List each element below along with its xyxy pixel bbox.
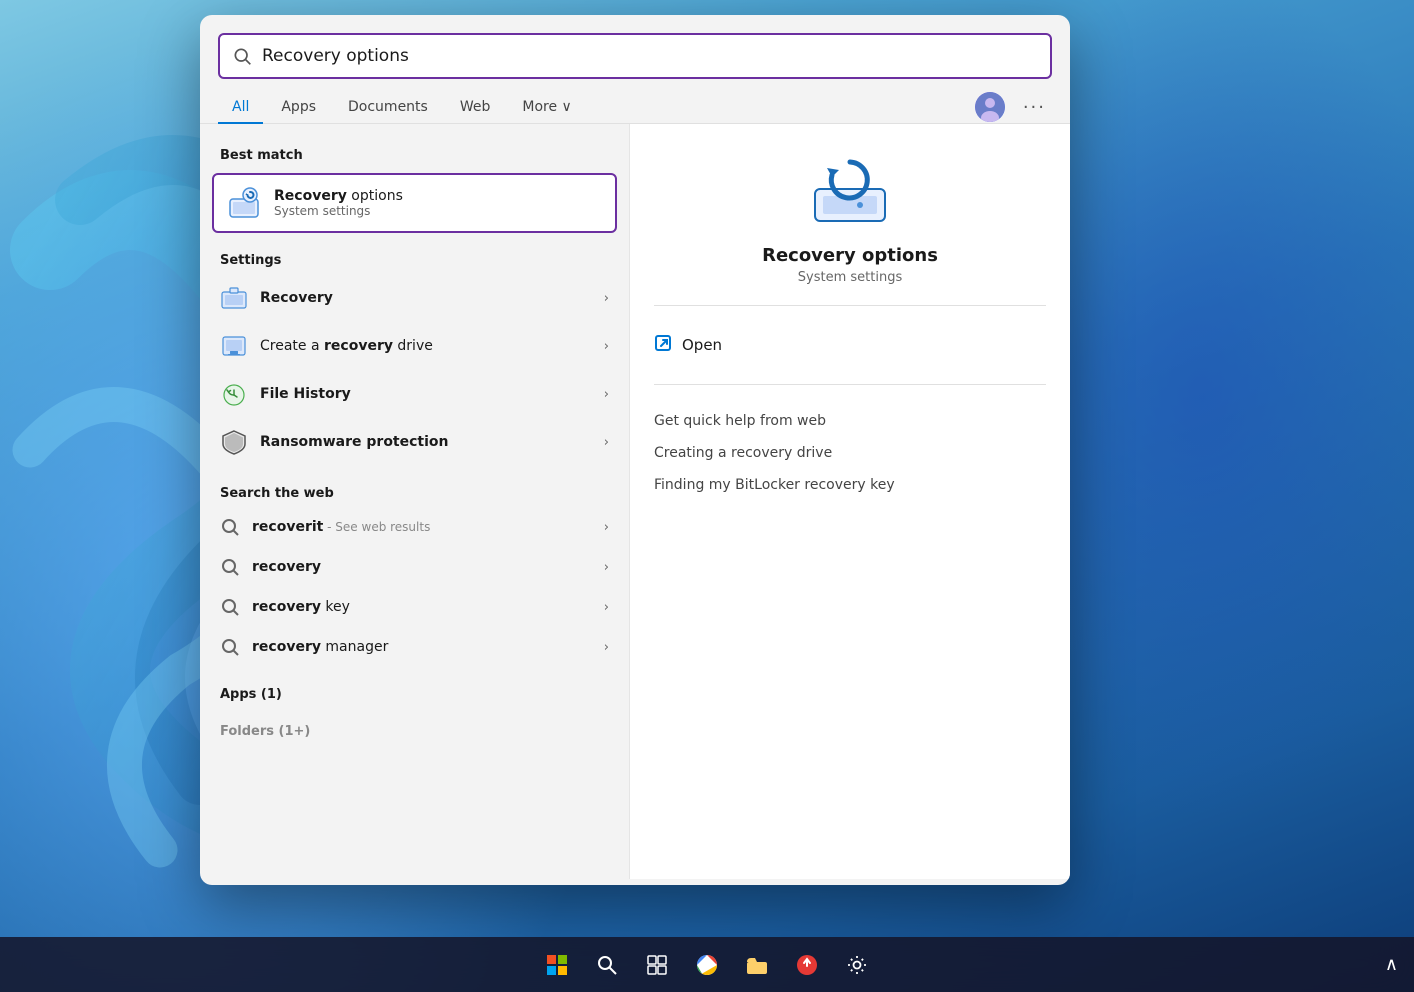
- search-web-icon-recovery-key: [220, 597, 240, 617]
- detail-subtitle: System settings: [654, 270, 1046, 285]
- recoverit-text: recoverit - See web results: [252, 519, 592, 535]
- tab-documents[interactable]: Documents: [334, 91, 442, 123]
- search-web-label: Search the web: [200, 478, 629, 507]
- ransomware-text: Ransomware protection: [260, 434, 592, 450]
- detail-title: Recovery options: [654, 245, 1046, 266]
- best-match-item[interactable]: Recovery options System settings: [212, 173, 617, 233]
- chevron-down-icon: ∨: [562, 99, 572, 115]
- recovery-key-chevron-icon: ›: [604, 600, 609, 615]
- detail-divider: [654, 305, 1046, 306]
- web-item-recovery-manager[interactable]: recovery manager ›: [200, 627, 629, 667]
- right-panel: Recovery options System settings Open Ge…: [630, 124, 1070, 879]
- start-button[interactable]: [535, 943, 579, 987]
- settings-label: Settings: [200, 245, 629, 274]
- recoverit-chevron-icon: ›: [604, 520, 609, 535]
- file-history-chevron-icon: ›: [604, 387, 609, 402]
- web-item-recovery[interactable]: recovery ›: [200, 547, 629, 587]
- taskbar: ∧: [0, 937, 1414, 992]
- chrome-button[interactable]: [685, 943, 729, 987]
- tab-all[interactable]: All: [218, 91, 263, 123]
- web-item-recovery-key[interactable]: recovery key ›: [200, 587, 629, 627]
- settings-item-ransomware[interactable]: Ransomware protection ›: [200, 418, 629, 466]
- creating-recovery-link[interactable]: Creating a recovery drive: [654, 437, 1046, 469]
- recovery-text: recovery: [252, 559, 592, 575]
- taskbar-search-button[interactable]: [585, 943, 629, 987]
- ransomware-icon: [220, 428, 248, 456]
- web-help-link[interactable]: Get quick help from web: [654, 405, 1046, 437]
- recovery-manager-text: recovery manager: [252, 639, 592, 655]
- settings-item-recovery[interactable]: Recovery ›: [200, 274, 629, 322]
- task-view-button[interactable]: [635, 943, 679, 987]
- taskbar-chevron-icon: ∧: [1385, 954, 1398, 975]
- best-match-text: Recovery options System settings: [274, 188, 403, 218]
- search-web-icon-recovery-manager: [220, 637, 240, 657]
- detail-divider2: [654, 384, 1046, 385]
- recovery-key-text: recovery key: [252, 599, 592, 615]
- detail-icon-area: [654, 154, 1046, 229]
- open-action[interactable]: Open: [654, 326, 1046, 364]
- tabs-row: All Apps Documents Web More ∨ ···: [200, 79, 1070, 124]
- tab-apps[interactable]: Apps: [267, 91, 330, 123]
- tab-more[interactable]: More ∨: [508, 91, 585, 123]
- search-panel: Recovery options All Apps Documents Web …: [200, 15, 1070, 885]
- settings-item-file-history[interactable]: File History ›: [200, 370, 629, 418]
- main-content: Best match Recovery options System: [200, 124, 1070, 879]
- search-web-icon-recovery: [220, 557, 240, 577]
- app5-button[interactable]: [785, 943, 829, 987]
- apps-label: Apps (1): [200, 679, 629, 708]
- search-input[interactable]: Recovery options: [262, 46, 1038, 66]
- search-bar[interactable]: Recovery options: [218, 33, 1052, 79]
- more-options-button[interactable]: ···: [1017, 93, 1052, 122]
- search-web-icon-recoverit: [220, 517, 240, 537]
- recovery-settings-icon: [226, 185, 262, 221]
- web-item-recoverit[interactable]: recoverit - See web results ›: [200, 507, 629, 547]
- open-label: Open: [682, 336, 722, 354]
- ransomware-chevron-icon: ›: [604, 435, 609, 450]
- taskbar-settings-button[interactable]: [835, 943, 879, 987]
- left-panel: Best match Recovery options System: [200, 124, 630, 879]
- file-history-text: File History: [260, 386, 592, 402]
- recovery-chevron-icon2: ›: [604, 560, 609, 575]
- best-match-title: Recovery options: [274, 188, 403, 204]
- tab-web[interactable]: Web: [446, 91, 505, 123]
- open-icon: [654, 334, 672, 356]
- create-recovery-chevron-icon: ›: [604, 339, 609, 354]
- settings-item-create-recovery[interactable]: Create a recovery drive ›: [200, 322, 629, 370]
- avatar[interactable]: [975, 92, 1005, 122]
- file-history-icon: [220, 380, 248, 408]
- bitlocker-recovery-link[interactable]: Finding my BitLocker recovery key: [654, 469, 1046, 501]
- create-recovery-icon: [220, 332, 248, 360]
- tabs-right-area: ···: [975, 92, 1052, 122]
- search-icon: [232, 46, 252, 66]
- recovery-manager-chevron-icon: ›: [604, 640, 609, 655]
- detail-recovery-icon: [805, 154, 895, 229]
- recovery-item-text: Recovery: [260, 290, 592, 306]
- recovery-chevron-icon: ›: [604, 291, 609, 306]
- best-match-label: Best match: [200, 140, 629, 169]
- folders-label: Folders (1+): [200, 716, 629, 745]
- files-button[interactable]: [735, 943, 779, 987]
- create-recovery-text: Create a recovery drive: [260, 338, 592, 354]
- best-match-subtitle: System settings: [274, 204, 403, 218]
- recovery-icon: [220, 284, 248, 312]
